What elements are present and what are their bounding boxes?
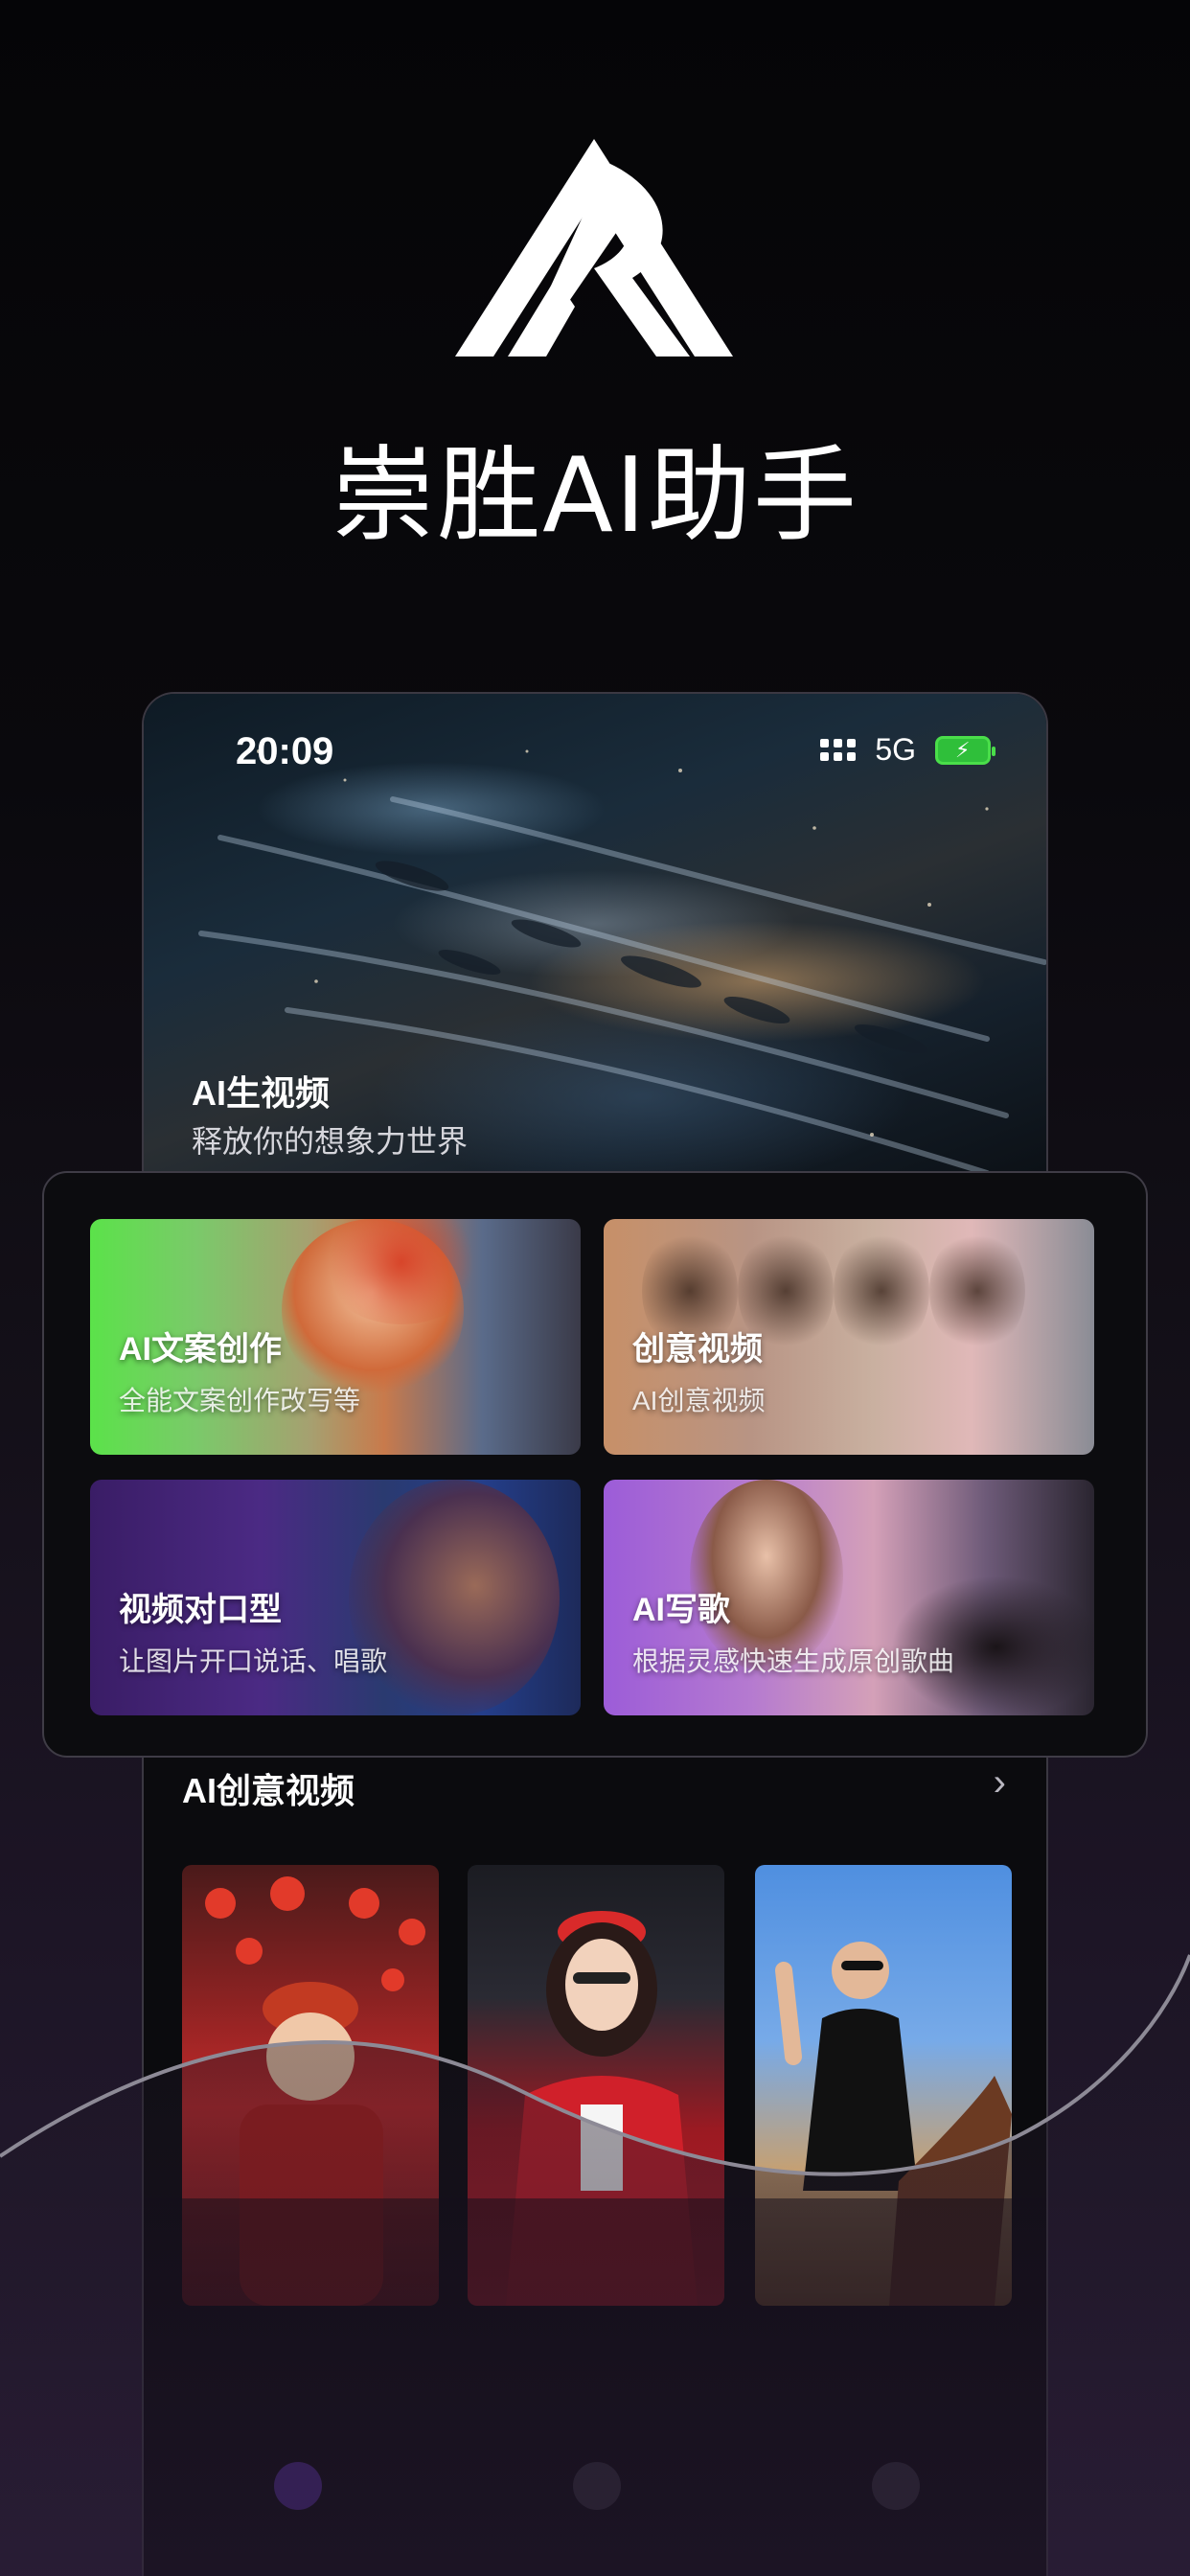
status-time: 20:09 [236,730,334,772]
feature-card-songwriting[interactable]: AI写歌 根据灵感快速生成原创歌曲 [604,1480,1094,1715]
feature-subtitle: 让图片开口说话、唱歌 [119,1646,388,1676]
feature-subtitle: 全能文案创作改写等 [119,1386,361,1415]
brand-logo [450,134,738,364]
hero-title: AI生视频 [192,1073,331,1113]
feature-card-lip-sync[interactable]: 视频对口型 让图片开口说话、唱歌 [90,1480,581,1715]
signal-icon [820,739,857,761]
feature-subtitle: 根据灵感快速生成原创歌曲 [632,1646,955,1676]
section-title: AI创意视频 [182,1771,355,1810]
feature-subtitle: AI创意视频 [632,1386,766,1415]
hero-subtitle: 释放你的想象力世界 [192,1124,469,1159]
app-title: 崇胜AI助手 [332,436,858,556]
feature-title: AI写歌 [632,1592,730,1628]
feature-title: 创意视频 [632,1331,763,1368]
decorative-wave [0,1954,1190,2576]
network-type: 5G [875,732,916,767]
status-indicators: 5G ⚡ [820,732,995,768]
feature-card-creative-video[interactable]: 创意视频 AI创意视频 [604,1219,1094,1455]
battery-charging-icon: ⚡ [935,735,995,765]
chevron-right-icon[interactable]: › [994,1761,1006,1805]
feature-panel: AI文案创作 全能文案创作改写等 创意视频 AI创意视频 视频对口型 让图片开口… [42,1171,1148,1758]
feature-title: 视频对口型 [119,1592,282,1628]
feature-card-copywriting[interactable]: AI文案创作 全能文案创作改写等 [90,1219,581,1455]
hero-banner[interactable]: 20:09 5G ⚡ AI生视频 释放你的想象力世界 [144,694,1046,1192]
logo-mark [455,139,733,356]
feature-title: AI文案创作 [119,1331,282,1368]
